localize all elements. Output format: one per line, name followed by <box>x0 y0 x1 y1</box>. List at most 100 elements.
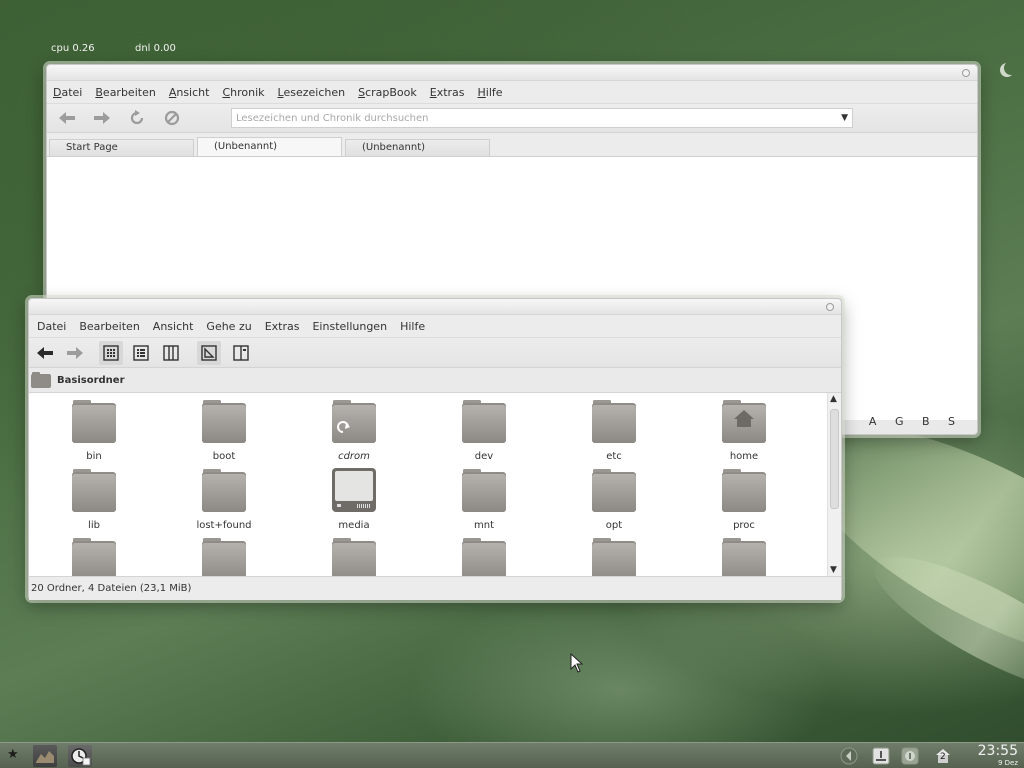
file-item[interactable] <box>679 536 809 576</box>
file-item-label: mnt <box>474 520 494 531</box>
clock-app-icon <box>71 748 91 766</box>
scrollbar[interactable]: ▲ ▼ <box>827 393 841 576</box>
file-item[interactable]: mnt <box>419 467 549 536</box>
folder-icon <box>201 467 247 513</box>
clock[interactable]: 23:55 9 Dez <box>978 743 1018 768</box>
file-item[interactable]: dev <box>419 398 549 467</box>
search-input[interactable] <box>236 112 816 124</box>
tab-unbenannt[interactable]: (Unbenannt) <box>345 139 490 156</box>
stop-icon <box>164 110 180 126</box>
fm-menu-datei[interactable]: Datei <box>37 320 66 333</box>
forward-button[interactable] <box>92 108 112 128</box>
folder-icon <box>331 536 377 576</box>
file-item[interactable]: bin <box>29 398 159 467</box>
close-button[interactable] <box>962 69 970 77</box>
tab-unbenannt-active[interactable]: (Unbenannt) <box>197 137 342 156</box>
breadcrumb-home[interactable]: Basisordner <box>57 375 125 386</box>
file-item[interactable]: media <box>289 467 419 536</box>
mixer-icon[interactable] <box>872 747 890 765</box>
fm-menu-einstellungen[interactable]: Einstellungen <box>312 320 387 333</box>
file-item[interactable] <box>159 536 289 576</box>
file-item[interactable] <box>419 536 549 576</box>
scrollbar-thumb[interactable] <box>830 409 839 509</box>
file-item[interactable]: lost+found <box>159 467 289 536</box>
scroll-up-icon[interactable]: ▲ <box>830 394 837 404</box>
fm-menu-hilfe[interactable]: Hilfe <box>400 320 425 333</box>
file-item-label: etc <box>606 451 622 462</box>
menu-scrapbook[interactable]: ScrapBook <box>358 86 417 99</box>
back-button[interactable] <box>33 341 57 365</box>
info-icon[interactable] <box>901 747 919 765</box>
search-bar[interactable]: ▼ <box>231 108 853 128</box>
reload-button[interactable] <box>127 108 147 128</box>
folder-icon <box>721 467 767 513</box>
split-view-icon <box>233 344 249 361</box>
file-item[interactable] <box>549 536 679 576</box>
folder-icon <box>461 398 507 444</box>
icon-view-button[interactable] <box>99 340 123 365</box>
file-item[interactable] <box>289 536 419 576</box>
icon-view-icon <box>103 344 119 361</box>
clock-time: 23:55 <box>977 743 1018 759</box>
file-item[interactable]: lib <box>29 467 159 536</box>
fm-menu-extras[interactable]: Extras <box>265 320 300 333</box>
star-icon[interactable]: ★ <box>7 747 19 762</box>
page-letter: S <box>948 415 955 428</box>
details-view-button[interactable] <box>129 341 153 365</box>
file-item-label: cdrom <box>338 451 370 462</box>
file-item[interactable]: etc <box>549 398 679 467</box>
fm-menu-bearbeiten[interactable]: Bearbeiten <box>79 320 139 333</box>
folder-icon <box>31 372 51 388</box>
arrow-right-icon <box>94 112 110 124</box>
back-button[interactable] <box>57 108 77 128</box>
columns-view-button[interactable] <box>159 341 183 365</box>
file-item[interactable]: boot <box>159 398 289 467</box>
fm-menu-ansicht[interactable]: Ansicht <box>153 320 194 333</box>
taskbar-item-filemanager[interactable] <box>68 745 92 767</box>
browser-toolbar: ▼ <box>47 103 977 133</box>
file-item-label: home <box>729 451 759 462</box>
menu-lesezeichen[interactable]: Lesezeichen <box>278 86 346 99</box>
chart-icon <box>36 751 54 763</box>
list-view-icon <box>133 344 149 361</box>
file-item-label: bin <box>86 451 102 462</box>
split-view-button[interactable] <box>229 341 253 365</box>
filemanager-titlebar[interactable] <box>29 299 841 315</box>
menu-extras[interactable]: Extras <box>430 86 465 99</box>
menu-chronik[interactable]: Chronik <box>222 86 264 99</box>
tab-start-page[interactable]: Start Page <box>49 139 194 156</box>
notification-icon[interactable]: 2 <box>934 747 952 765</box>
clock-date: 9 Dez <box>997 759 1018 767</box>
filemanager-window: Datei Bearbeiten Ansicht Gehe zu Extras … <box>28 298 842 600</box>
taskbar: ★ 2 23:55 9 Dez <box>0 742 1024 768</box>
forward-button[interactable] <box>63 341 87 365</box>
back-arrow-icon[interactable] <box>840 747 858 765</box>
reload-icon <box>130 110 144 125</box>
menu-ansicht[interactable]: Ansicht <box>169 86 210 99</box>
chevron-down-icon[interactable]: ▼ <box>841 113 848 123</box>
taskbar-item-browser[interactable] <box>33 745 57 767</box>
file-item[interactable] <box>29 536 159 576</box>
folder-icon <box>461 536 507 576</box>
menu-datei[interactable]: Datei <box>53 86 82 99</box>
fm-menu-gehe-zu[interactable]: Gehe zu <box>206 320 251 333</box>
home-folder-icon <box>721 398 767 444</box>
menu-bearbeiten[interactable]: Bearbeiten <box>95 86 155 99</box>
folder-icon <box>331 398 377 444</box>
file-item[interactable]: home <box>679 398 809 467</box>
preview-button[interactable] <box>197 340 221 365</box>
file-grid: bin boot cdrom dev etc home lib lost+found media… <box>29 393 841 576</box>
file-item[interactable]: opt <box>549 467 679 536</box>
arrow-right-icon <box>67 346 83 359</box>
file-item[interactable]: cdrom <box>289 398 419 467</box>
mouse-cursor-icon <box>570 653 584 673</box>
file-item[interactable]: proc <box>679 467 809 536</box>
scroll-down-icon[interactable]: ▼ <box>830 565 837 575</box>
arrow-left-icon <box>59 112 75 124</box>
stop-button[interactable] <box>162 108 182 128</box>
browser-titlebar[interactable] <box>47 65 977 81</box>
close-button[interactable] <box>826 303 834 311</box>
folder-icon <box>591 467 637 513</box>
menu-hilfe[interactable]: Hilfe <box>478 86 503 99</box>
page-letter: B <box>921 415 930 428</box>
